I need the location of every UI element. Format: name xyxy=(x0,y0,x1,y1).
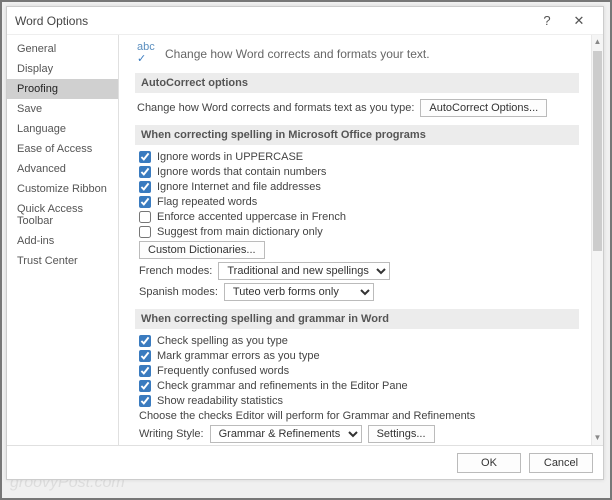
lbl-flag-repeated: Flag repeated words xyxy=(157,196,257,208)
lbl-spanish-modes: Spanish modes: xyxy=(139,286,218,298)
lbl-confused-words: Frequently confused words xyxy=(157,365,289,377)
scrollbar-thumb[interactable] xyxy=(593,51,602,251)
sidebar-item-proofing[interactable]: Proofing xyxy=(7,79,118,99)
lbl-mark-grammar: Mark grammar errors as you type xyxy=(157,350,320,362)
lbl-ignore-numbers: Ignore words that contain numbers xyxy=(157,166,326,178)
custom-dictionaries-button[interactable]: Custom Dictionaries... xyxy=(139,241,265,259)
titlebar: Word Options ? ✕ xyxy=(7,7,603,35)
sidebar-item-trust-center[interactable]: Trust Center xyxy=(7,251,118,271)
settings-button[interactable]: Settings... xyxy=(368,425,435,443)
section-spelling-word: When correcting spelling and grammar in … xyxy=(135,309,579,329)
section-autocorrect-options: AutoCorrect options xyxy=(135,73,579,93)
vertical-scrollbar[interactable]: ▲ ▼ xyxy=(591,35,603,445)
spanish-modes-select[interactable]: Tuteo verb forms only xyxy=(224,283,374,301)
chk-grammar-refinements[interactable] xyxy=(139,380,151,392)
sidebar-item-display[interactable]: Display xyxy=(7,59,118,79)
chk-readability[interactable] xyxy=(139,395,151,407)
close-button[interactable]: ✕ xyxy=(563,13,595,29)
sidebar-item-add-ins[interactable]: Add-ins xyxy=(7,231,118,251)
page-heading: Change how Word corrects and formats you… xyxy=(165,43,430,61)
dialog-footer: OK Cancel xyxy=(7,445,603,479)
lbl-french-uppercase: Enforce accented uppercase in French xyxy=(157,211,346,223)
ok-button[interactable]: OK xyxy=(457,453,521,473)
sidebar-item-customize-ribbon[interactable]: Customize Ribbon xyxy=(7,179,118,199)
chk-confused-words[interactable] xyxy=(139,365,151,377)
dialog-title: Word Options xyxy=(15,14,531,28)
lbl-main-dictionary: Suggest from main dictionary only xyxy=(157,226,323,238)
chk-main-dictionary[interactable] xyxy=(139,226,151,238)
sidebar-item-quick-access-toolbar[interactable]: Quick Access Toolbar xyxy=(7,199,118,231)
word-options-dialog: Word Options ? ✕ General Display Proofin… xyxy=(6,6,604,480)
sidebar-item-save[interactable]: Save xyxy=(7,99,118,119)
help-button[interactable]: ? xyxy=(531,13,563,28)
chk-check-spelling[interactable] xyxy=(139,335,151,347)
section-spelling-office: When correcting spelling in Microsoft Of… xyxy=(135,125,579,145)
autocorrect-options-button[interactable]: AutoCorrect Options... xyxy=(420,99,547,117)
content-scroll: abc✓ Change how Word corrects and format… xyxy=(119,35,591,445)
sidebar-item-language[interactable]: Language xyxy=(7,119,118,139)
autocorrect-desc: Change how Word corrects and formats tex… xyxy=(137,102,414,114)
sidebar-item-general[interactable]: General xyxy=(7,39,118,59)
scroll-down-icon[interactable]: ▼ xyxy=(592,431,603,445)
lbl-writing-style: Writing Style: xyxy=(139,428,204,440)
lbl-readability: Show readability statistics xyxy=(157,395,283,407)
french-modes-select[interactable]: Traditional and new spellings xyxy=(218,262,390,280)
chk-french-uppercase[interactable] xyxy=(139,211,151,223)
sidebar-item-ease-of-access[interactable]: Ease of Access xyxy=(7,139,118,159)
writing-style-select[interactable]: Grammar & Refinements xyxy=(210,425,362,443)
lbl-check-spelling: Check spelling as you type xyxy=(157,335,288,347)
chk-flag-repeated[interactable] xyxy=(139,196,151,208)
category-sidebar: General Display Proofing Save Language E… xyxy=(7,35,119,445)
chk-ignore-internet[interactable] xyxy=(139,181,151,193)
scroll-up-icon[interactable]: ▲ xyxy=(592,35,603,49)
lbl-grammar-refinements: Check grammar and refinements in the Edi… xyxy=(157,380,408,392)
chk-ignore-numbers[interactable] xyxy=(139,166,151,178)
chk-mark-grammar[interactable] xyxy=(139,350,151,362)
lbl-french-modes: French modes: xyxy=(139,265,212,277)
sidebar-item-advanced[interactable]: Advanced xyxy=(7,159,118,179)
chk-ignore-uppercase[interactable] xyxy=(139,151,151,163)
lbl-choose-checks: Choose the checks Editor will perform fo… xyxy=(139,410,475,422)
proofing-icon: abc✓ xyxy=(135,43,157,63)
lbl-ignore-internet: Ignore Internet and file addresses xyxy=(157,181,321,193)
cancel-button[interactable]: Cancel xyxy=(529,453,593,473)
lbl-ignore-uppercase: Ignore words in UPPERCASE xyxy=(157,151,303,163)
